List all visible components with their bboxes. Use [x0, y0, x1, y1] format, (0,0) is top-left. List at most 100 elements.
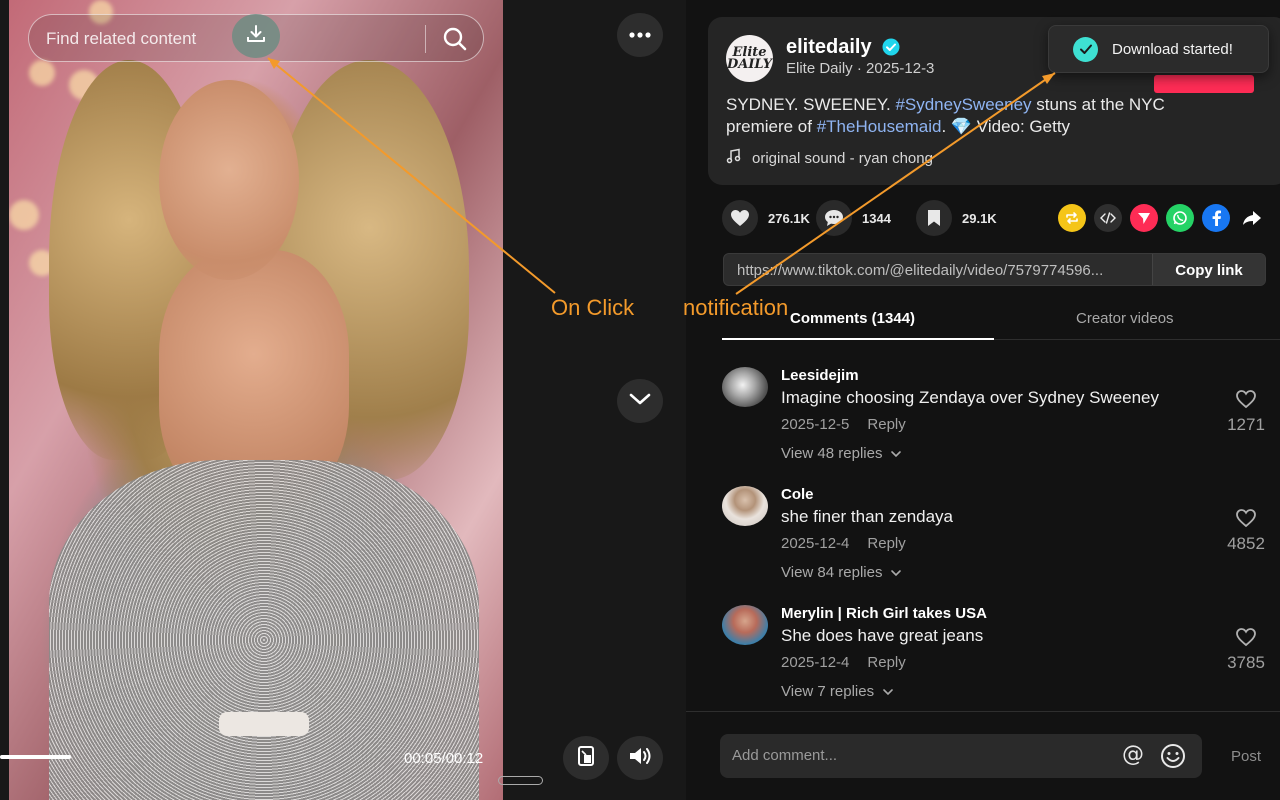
heart-outline-icon: [1235, 628, 1257, 651]
repost-icon[interactable]: [1058, 204, 1086, 232]
view-replies-button[interactable]: View 48 replies: [781, 445, 902, 462]
comment-date: 2025-12-4: [781, 535, 850, 552]
reply-button[interactable]: Reply: [867, 535, 905, 552]
comment-count: 1344: [862, 210, 891, 226]
app-root: Find related content 00:05/00:12 Elite D…: [0, 0, 1280, 800]
comment-like[interactable]: 3785: [1226, 627, 1266, 673]
commenter-avatar[interactable]: [722, 486, 768, 526]
search-icon[interactable]: [439, 23, 471, 55]
hashtag-link[interactable]: #TheHousemaid: [817, 117, 942, 136]
details-panel: Elite DAILY elitedaily Elite Daily · 202…: [686, 0, 1280, 800]
music-link[interactable]: original sound - ryan chong: [726, 148, 933, 168]
chevron-down-icon: [890, 445, 902, 462]
embed-code-icon[interactable]: [1094, 204, 1122, 232]
like-count: 276.1K: [768, 210, 810, 226]
avatar-logo-text: Elite DAILY: [726, 44, 773, 72]
send-to-friends-icon[interactable]: [1130, 204, 1158, 232]
hashtag-link[interactable]: #SydneySweeney: [895, 95, 1031, 114]
mention-icon[interactable]: @: [1122, 742, 1144, 767]
active-tab-indicator: [722, 338, 994, 340]
view-replies-button[interactable]: View 84 replies: [781, 564, 902, 581]
comment-date: 2025-12-5: [781, 416, 850, 433]
chevron-down-icon: [882, 683, 894, 700]
author-avatar[interactable]: Elite DAILY: [726, 35, 773, 82]
share-link-bar: https://www.tiktok.com/@elitedaily/video…: [723, 253, 1266, 286]
more-options-button[interactable]: [617, 13, 663, 57]
tab-comments[interactable]: Comments (1344): [790, 310, 915, 327]
author-name[interactable]: elitedaily: [786, 36, 872, 59]
chevron-down-icon: [890, 564, 902, 581]
comment-action[interactable]: 1344: [816, 200, 891, 236]
comment-text: she finer than zendaya: [781, 507, 954, 526]
commenter-name[interactable]: Merylin | Rich Girl takes USA: [781, 605, 987, 622]
search-divider: [425, 25, 426, 53]
comment-like-count: 3785: [1227, 653, 1265, 672]
comment-text: Imagine choosing Zendaya over Sydney Swe…: [781, 388, 1160, 407]
floating-player-icon: [575, 745, 597, 772]
subject-dress: [49, 460, 479, 800]
heart-outline-icon: [1235, 390, 1257, 413]
video-frame[interactable]: [9, 0, 503, 800]
comment-like[interactable]: 1271: [1226, 389, 1266, 435]
video-progress-bar[interactable]: [0, 755, 71, 759]
reply-button[interactable]: Reply: [867, 416, 905, 433]
commenter-name[interactable]: Cole: [781, 486, 814, 503]
floating-player-button[interactable]: [563, 736, 609, 780]
speaker-icon: [627, 745, 653, 772]
heart-icon: [722, 200, 758, 236]
download-icon: [245, 23, 267, 50]
comment-text: She does have great jeans: [781, 626, 984, 645]
save-count: 29.1K: [962, 210, 997, 226]
facebook-icon[interactable]: [1202, 204, 1230, 232]
follow-button[interactable]: [1154, 75, 1254, 93]
annotation-on-click: On Click: [551, 295, 635, 320]
comment-like-count: 4852: [1227, 534, 1265, 553]
copy-link-button[interactable]: Copy link: [1152, 254, 1265, 285]
video-timestamp: 00:05/00:12: [404, 750, 484, 767]
download-button[interactable]: [232, 14, 280, 58]
post-comment-button[interactable]: Post: [1231, 748, 1261, 765]
view-replies-label: View 7 replies: [781, 683, 875, 700]
music-title: original sound - ryan chong: [752, 149, 933, 167]
commenter-avatar[interactable]: [722, 367, 768, 407]
save-action[interactable]: 29.1K: [916, 200, 997, 236]
download-toast: Download started!: [1048, 25, 1269, 73]
comment-meta: 2025-12-4 Reply: [781, 535, 906, 552]
check-circle-icon: [1073, 36, 1098, 62]
next-video-button[interactable]: [617, 379, 663, 423]
tab-creator-videos[interactable]: Creator videos: [1076, 310, 1174, 327]
comment-meta: 2025-12-4 Reply: [781, 654, 906, 671]
emoji-icon[interactable]: [1160, 743, 1186, 774]
desc-text: SYDNEY. SWEENEY.: [726, 95, 896, 114]
commenter-name[interactable]: Leesidejim: [781, 367, 859, 384]
comment-placeholder: Add comment...: [732, 747, 838, 764]
comment-like[interactable]: 4852: [1226, 508, 1266, 554]
composer-divider: [686, 711, 1280, 712]
ellipsis-icon: [628, 26, 652, 44]
comment-bubble-icon: [816, 200, 852, 236]
bokeh-light: [9, 200, 39, 230]
share-url[interactable]: https://www.tiktok.com/@elitedaily/video…: [737, 262, 1147, 279]
like-action[interactable]: 276.1K: [722, 200, 810, 236]
comment-like-count: 1271: [1227, 415, 1265, 434]
author-subtitle: Elite Daily · 2025-12-3: [786, 60, 935, 77]
desc-text: .: [941, 117, 951, 136]
view-replies-button[interactable]: View 7 replies: [781, 683, 894, 700]
view-replies-label: View 48 replies: [781, 445, 883, 462]
video-area: Find related content 00:05/00:12: [0, 0, 686, 800]
gem-emoji: 💎: [950, 117, 973, 136]
volume-button[interactable]: [617, 736, 663, 780]
commenter-avatar[interactable]: [722, 605, 768, 645]
scroll-indicator[interactable]: [498, 776, 543, 785]
chevron-down-icon: [629, 392, 651, 411]
comment-input[interactable]: Add comment... @: [720, 734, 1202, 778]
reply-button[interactable]: Reply: [867, 654, 905, 671]
desc-text: Video: Getty: [972, 117, 1071, 136]
comment-date: 2025-12-4: [781, 654, 850, 671]
panel-tabs: Comments (1344) Creator videos: [722, 302, 1280, 340]
post-description: SYDNEY. SWEENEY. #SydneySweeney stuns at…: [726, 94, 1226, 138]
share-arrow-icon[interactable]: [1238, 204, 1266, 232]
whatsapp-icon[interactable]: [1166, 204, 1194, 232]
dress-bow: [219, 712, 309, 736]
subject-face: [159, 80, 299, 280]
